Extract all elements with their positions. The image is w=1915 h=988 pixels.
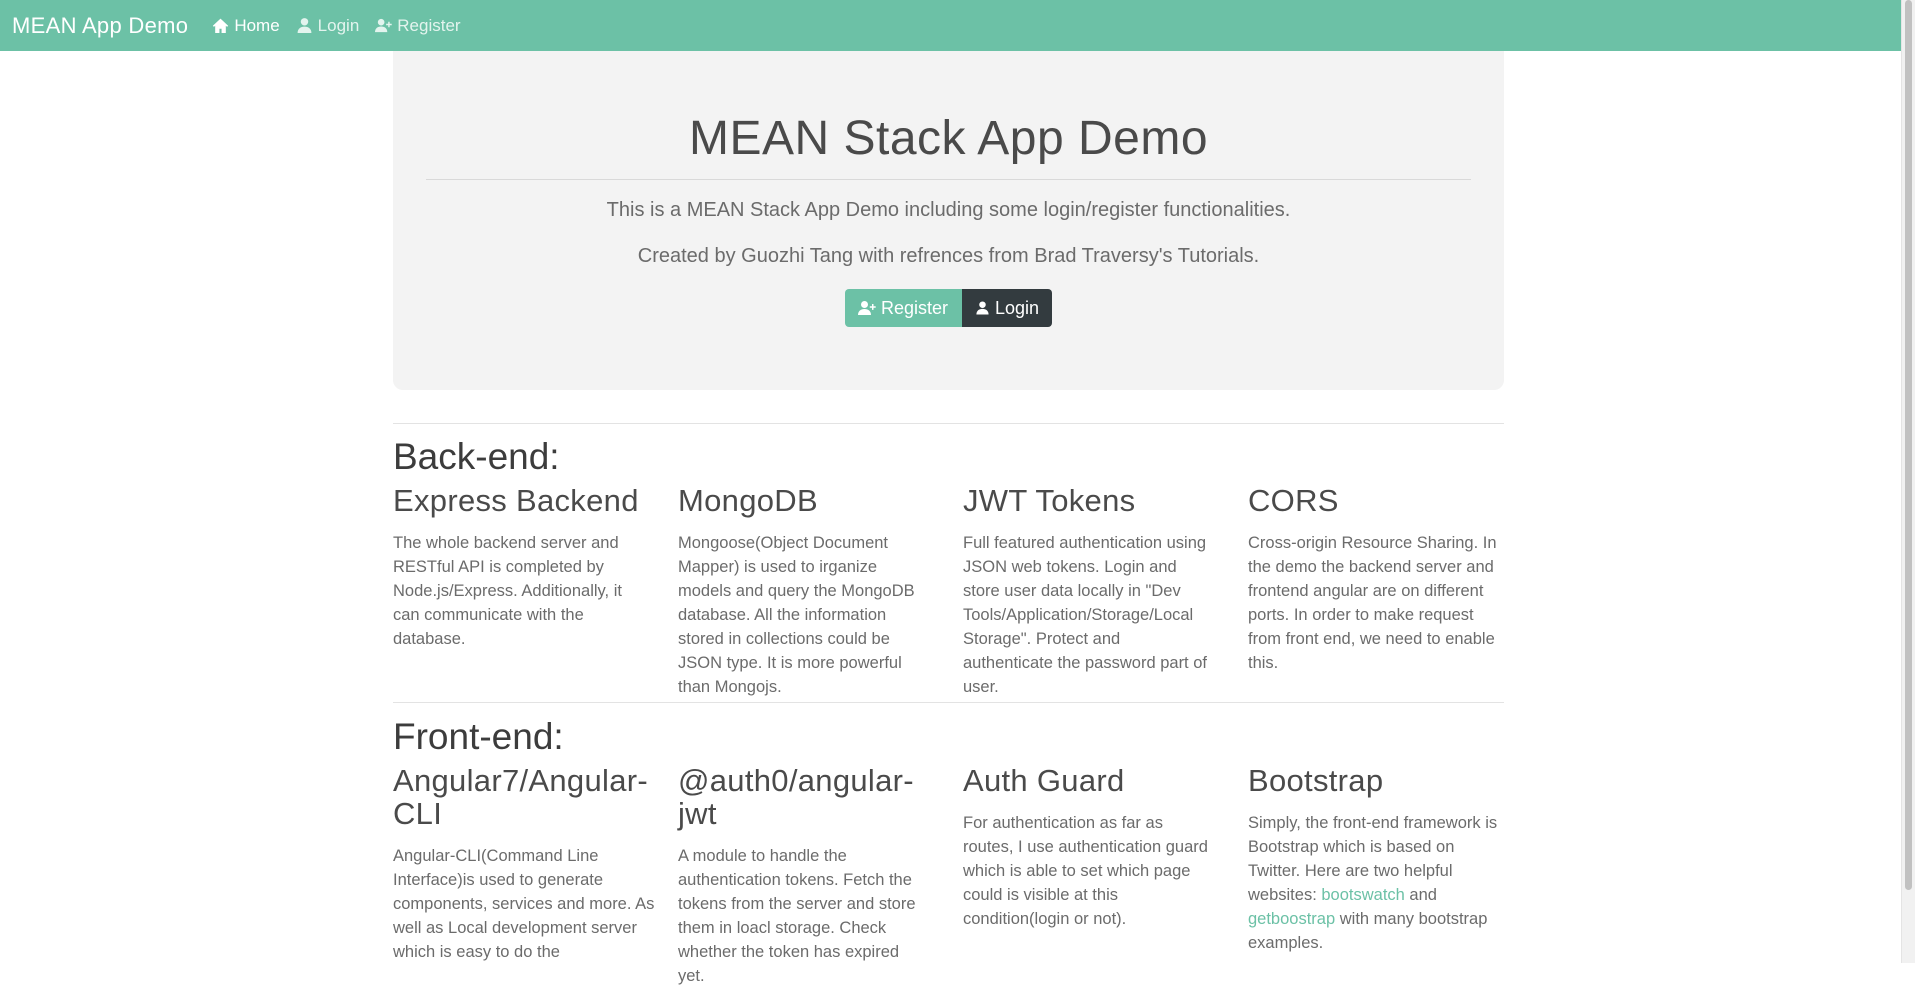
navbar: MEAN App Demo Home Login Register — [0, 0, 1902, 51]
feature-card-auth-guard: Auth Guard For authentication as far as … — [963, 764, 1213, 931]
jumbotron: MEAN Stack App Demo This is a MEAN Stack… — [393, 51, 1504, 390]
brand-link[interactable]: MEAN App Demo — [12, 13, 188, 39]
nav-home-label: Home — [234, 15, 280, 35]
feature-heading: @auth0/angular-jwt — [678, 763, 914, 831]
page-title: MEAN Stack App Demo — [688, 112, 1209, 165]
feature-heading: Auth Guard — [963, 763, 1125, 798]
bootstrap-text-middle: and — [1404, 886, 1437, 904]
feature-heading: Express Backend — [393, 483, 639, 518]
feature-heading: Bootstrap — [1248, 763, 1384, 798]
feature-heading: Angular7/Angular-CLI — [393, 763, 648, 831]
frontend-section-title: Front-end: — [393, 716, 564, 757]
feature-card-jwt: JWT Tokens Full featured authentication … — [963, 484, 1213, 699]
feature-card-angular-jwt: @auth0/angular-jwt A module to handle th… — [678, 764, 928, 988]
section-divider — [393, 702, 1504, 703]
user-plus-icon — [375, 18, 392, 33]
home-icon — [213, 18, 229, 33]
auth-button-group: Register Login — [845, 289, 1052, 327]
feature-card-cors: CORS Cross-origin Resource Sharing. In t… — [1248, 484, 1498, 675]
login-button[interactable]: Login — [962, 289, 1052, 327]
feature-text: Angular-CLI(Command Line Interface)is us… — [393, 847, 655, 961]
bootswatch-link[interactable]: bootswatch — [1321, 886, 1404, 904]
nav-home[interactable]: Home — [212, 15, 280, 36]
credit-text: Created by Guozhi Tang with refrences fr… — [637, 245, 1260, 267]
user-icon — [297, 18, 312, 33]
nav-register[interactable]: Register — [375, 15, 461, 36]
feature-text: For authentication as far as routes, I u… — [963, 814, 1208, 928]
scrollbar[interactable] — [1901, 0, 1915, 963]
feature-text: Full featured authentication using JSON … — [963, 534, 1207, 696]
getbootstrap-link[interactable]: getboostrap — [1248, 910, 1335, 928]
register-button[interactable]: Register — [845, 289, 962, 327]
feature-text: Cross-origin Resource Sharing. In the de… — [1248, 534, 1497, 672]
feature-text: Simply, the front-end framework is Boots… — [1248, 811, 1498, 955]
nav-register-label: Register — [397, 15, 461, 35]
user-icon — [976, 301, 989, 315]
feature-text: The whole backend server and RESTful API… — [393, 534, 622, 648]
feature-text: Mongoose(Object Document Mapper) is used… — [678, 534, 915, 696]
register-button-label: Register — [881, 297, 949, 318]
feature-heading: MongoDB — [678, 483, 818, 518]
feature-card-express: Express Backend The whole backend server… — [393, 484, 643, 651]
feature-heading: JWT Tokens — [963, 483, 1136, 518]
nav-login[interactable]: Login — [296, 15, 360, 36]
feature-heading: CORS — [1248, 483, 1339, 518]
divider — [426, 179, 1471, 180]
user-plus-icon — [858, 301, 876, 315]
backend-section-title: Back-end: — [393, 436, 560, 477]
feature-card-angular: Angular7/Angular-CLI Angular-CLI(Command… — [393, 764, 663, 964]
feature-card-bootstrap: Bootstrap Simply, the front-end framewor… — [1248, 764, 1498, 955]
scrollbar-thumb[interactable] — [1905, 0, 1912, 890]
login-button-label: Login — [994, 297, 1039, 318]
section-divider — [393, 423, 1504, 424]
intro-text: This is a MEAN Stack App Demo including … — [606, 199, 1291, 221]
nav-login-label: Login — [317, 15, 360, 35]
feature-text: A module to handle the authentication to… — [678, 847, 916, 985]
feature-card-mongodb: MongoDB Mongoose(Object Document Mapper)… — [678, 484, 928, 699]
